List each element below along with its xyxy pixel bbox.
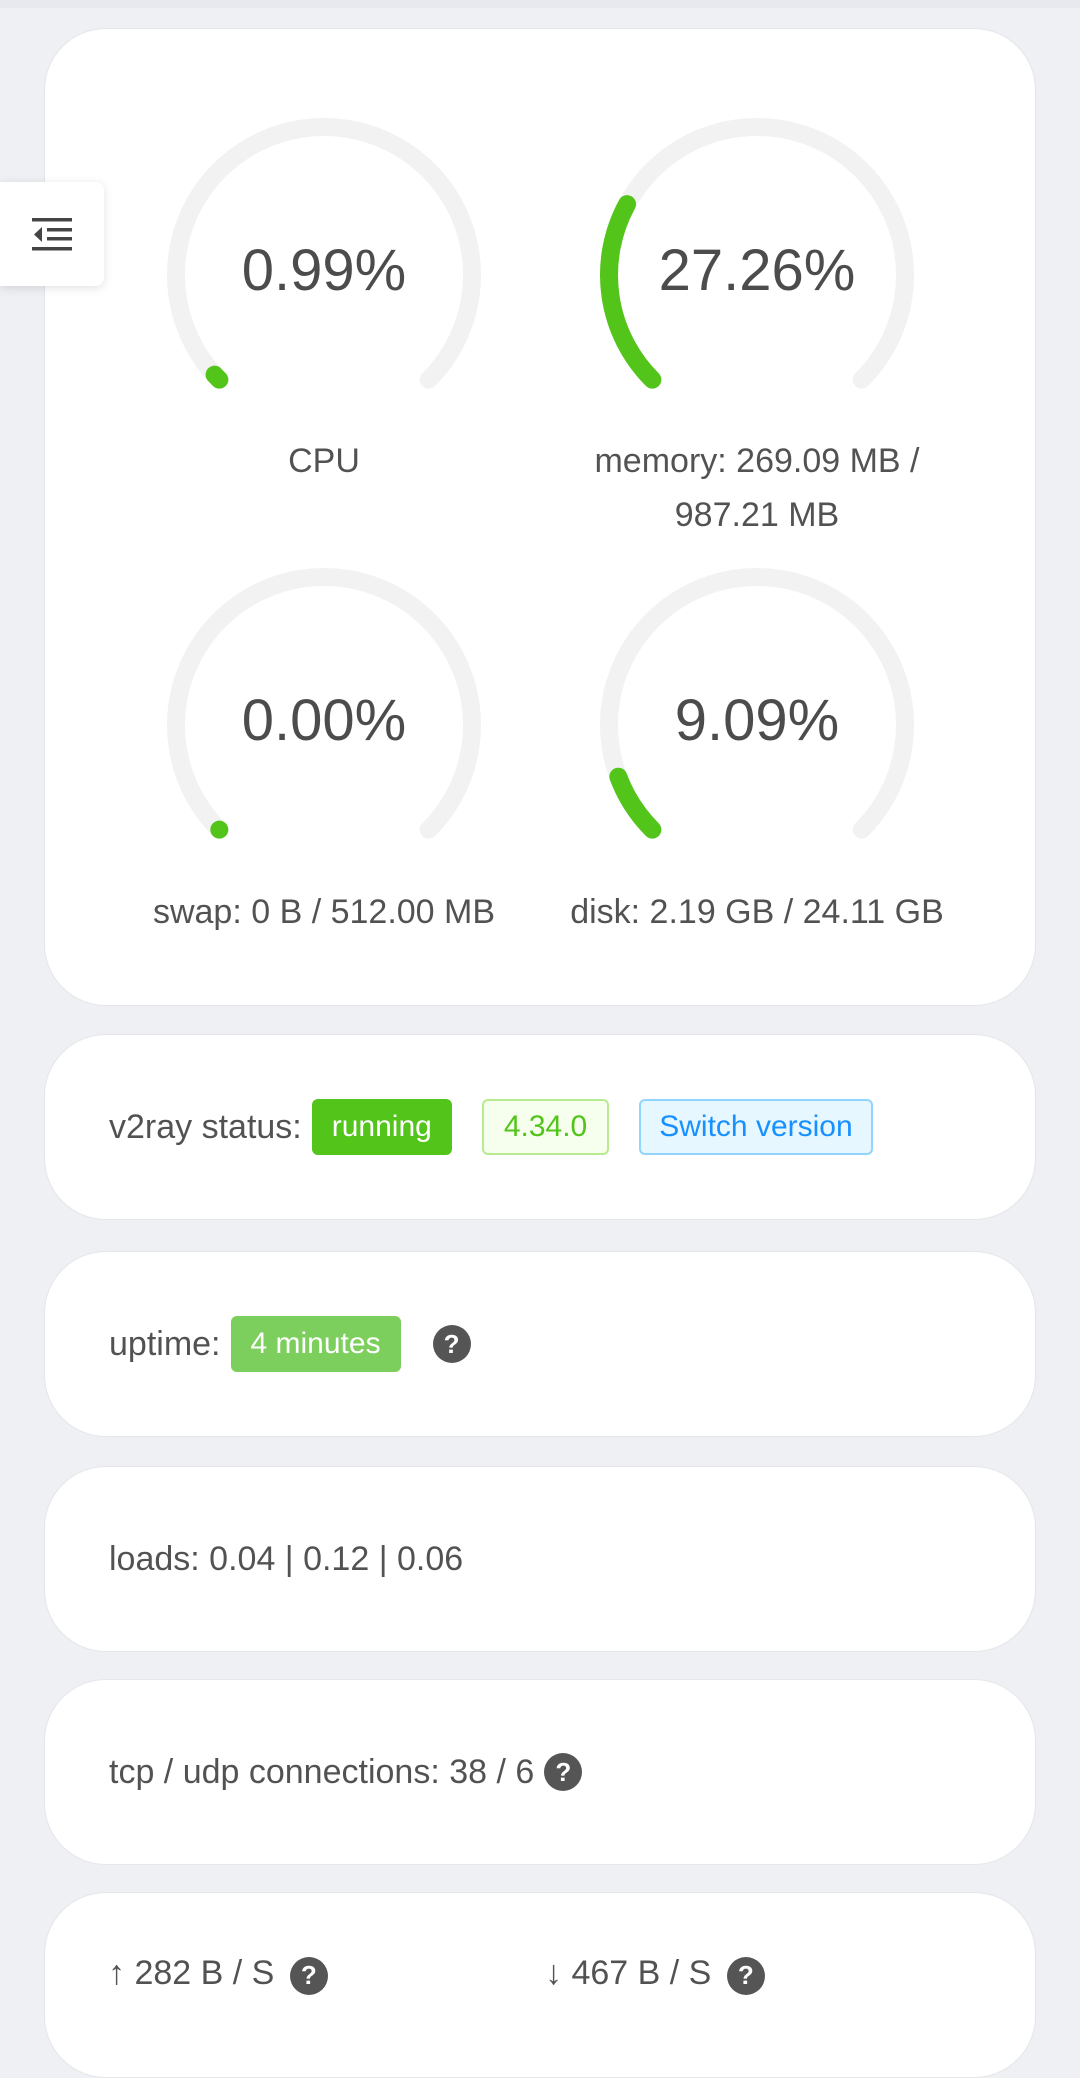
menu-toggle-button[interactable] — [0, 182, 104, 286]
v2ray-running-tag: running — [312, 1099, 452, 1155]
v2ray-status-card: v2ray status: running 4.34.0 Switch vers… — [44, 1034, 1036, 1220]
memory-gauge-label-line1: memory: 269.09 MB / — [537, 434, 977, 488]
disk-gauge: 9.09% — [597, 568, 917, 868]
v2ray-status-label: v2ray status: — [109, 1108, 302, 1147]
swap-gauge: 0.00% — [164, 568, 484, 868]
v2ray-version-tag: 4.34.0 — [482, 1099, 609, 1155]
upload-speed: ↑ 282 B / S ? — [108, 1954, 328, 1995]
uptime-value-tag: 4 minutes — [231, 1316, 401, 1372]
download-speed-text: ↓ 467 B / S — [545, 1954, 711, 1992]
question-circle-icon[interactable]: ? — [433, 1325, 471, 1363]
connections-text: tcp / udp connections: 38 / 6 — [109, 1753, 534, 1792]
disk-gauge-label: disk: 2.19 GB / 24.11 GB — [537, 885, 977, 939]
loads-card: loads: 0.04 | 0.12 | 0.06 — [44, 1466, 1036, 1652]
connections-card: tcp / udp connections: 38 / 6 ? — [44, 1679, 1036, 1865]
memory-gauge: 27.26% — [597, 118, 917, 418]
memory-gauge-value: 27.26% — [597, 237, 917, 304]
uptime-card: uptime: 4 minutes ? — [44, 1251, 1036, 1437]
swap-gauge-label: swap: 0 B / 512.00 MB — [114, 885, 534, 939]
menu-fold-icon — [32, 216, 72, 252]
cpu-gauge-label: CPU — [124, 434, 524, 488]
disk-gauge-value: 9.09% — [597, 687, 917, 754]
cpu-gauge-value: 0.99% — [164, 237, 484, 304]
question-circle-icon[interactable]: ? — [544, 1753, 582, 1791]
loads-text: loads: 0.04 | 0.12 | 0.06 — [109, 1540, 463, 1579]
top-strip — [0, 0, 1080, 8]
gauge-progress-arc — [215, 375, 220, 380]
cpu-gauge: 0.99% — [164, 118, 484, 418]
upload-speed-text: ↑ 282 B / S — [108, 1954, 274, 1992]
swap-gauge-value: 0.00% — [164, 687, 484, 754]
question-circle-icon[interactable]: ? — [290, 1957, 328, 1995]
question-circle-icon[interactable]: ? — [727, 1957, 765, 1995]
switch-version-button[interactable]: Switch version — [639, 1099, 872, 1155]
uptime-label: uptime: — [109, 1325, 221, 1364]
download-speed: ↓ 467 B / S ? — [545, 1954, 765, 1995]
memory-gauge-label: memory: 269.09 MB / 987.21 MB — [537, 434, 977, 542]
gauge-progress-arc — [618, 777, 652, 830]
memory-gauge-label-line2: 987.21 MB — [537, 488, 977, 542]
